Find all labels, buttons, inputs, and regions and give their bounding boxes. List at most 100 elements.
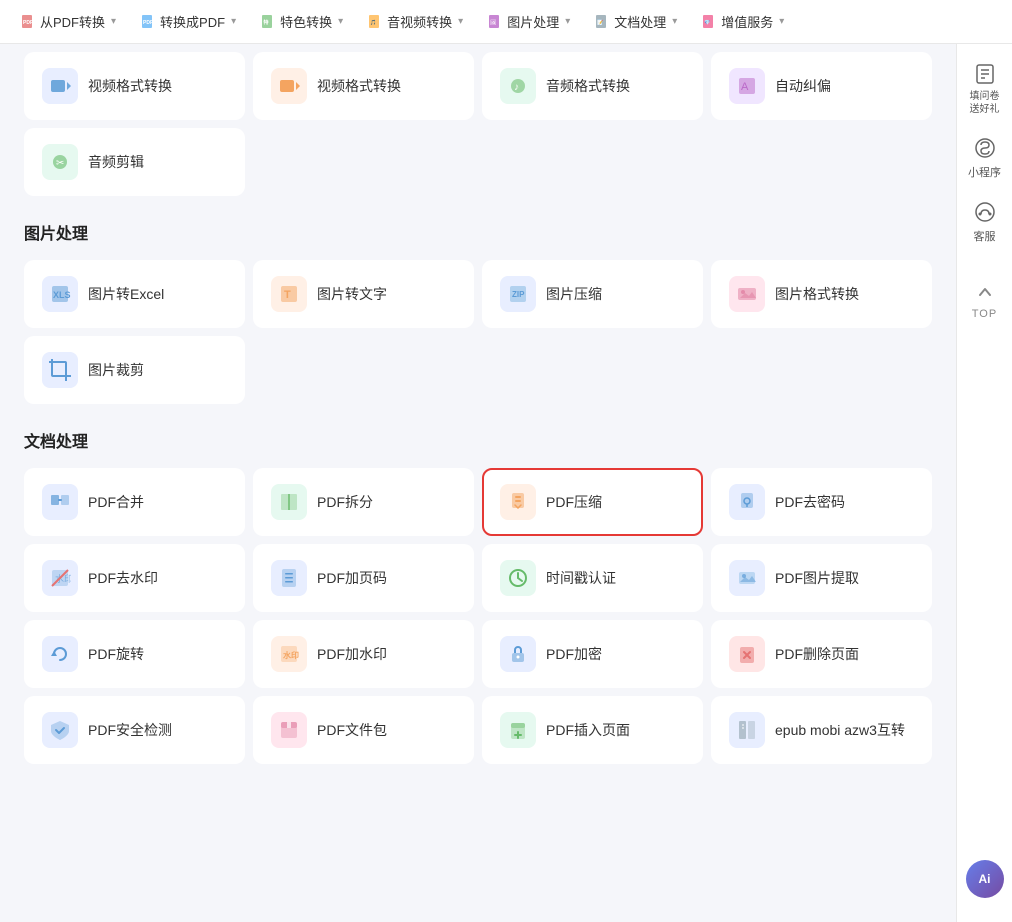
tool-audio-trim[interactable]: ✂ 音频剪辑 — [24, 128, 245, 196]
service-btn[interactable]: 客服 — [960, 190, 1010, 254]
miniapp-svg — [973, 136, 997, 160]
tool-img-format[interactable]: 图片格式转换 — [711, 260, 932, 328]
pdf-wm-remove-icon: 水印 — [42, 560, 78, 596]
pdf-delete-page-svg — [736, 643, 758, 665]
tool-img-format-name: 图片格式转换 — [775, 284, 859, 304]
epub-mobi-icon — [729, 712, 765, 748]
tool-img-text-name: 图片转文字 — [317, 284, 387, 304]
svg-text:T: T — [284, 289, 291, 301]
audio-icon: ♪ — [507, 75, 529, 97]
tool-audio-format[interactable]: ♪ 音频格式转换 — [482, 52, 703, 120]
img-compress-icon: ZIP — [500, 276, 536, 312]
tool-pdf-package[interactable]: PDF文件包 — [253, 696, 474, 764]
svg-text:特: 特 — [264, 19, 269, 26]
top-label: TOP — [972, 308, 997, 320]
tool-img-crop[interactable]: 图片裁剪 — [24, 336, 245, 404]
img-format-svg — [736, 283, 758, 305]
img-text-icon: T — [271, 276, 307, 312]
tool-img-excel[interactable]: XLS 图片转Excel — [24, 260, 245, 328]
svg-text:🎵: 🎵 — [370, 19, 376, 26]
nav-to-pdf-chevron: ▾ — [231, 16, 236, 27]
tool-pdf-rotate[interactable]: PDF旋转 — [24, 620, 245, 688]
top-arrow-svg — [976, 283, 994, 301]
top-btn[interactable]: TOP — [960, 270, 1010, 330]
nav-to-pdf[interactable]: PDF 转换成PDF ▾ — [128, 0, 248, 44]
svg-text:水印: 水印 — [282, 650, 299, 660]
pdf-package-icon — [271, 712, 307, 748]
img-compress-svg: ZIP — [507, 283, 529, 305]
nav-av-label: 音视频转换 — [387, 12, 452, 31]
tool-img-text[interactable]: T 图片转文字 — [253, 260, 474, 328]
tool-pdf-security[interactable]: PDF安全检测 — [24, 696, 245, 764]
miniapp-icon — [973, 136, 997, 160]
svg-text:♪: ♪ — [514, 82, 519, 93]
tool-pdf-wm-remove[interactable]: 水印 PDF去水印 — [24, 544, 245, 612]
top-nav: PDF 从PDF转换 ▾ PDF 转换成PDF ▾ 特 特色转换 ▾ 🎵 音视频… — [0, 0, 1012, 44]
scroll-area[interactable]: 视频格式转换 视频格式转换 ♪ — [0, 44, 956, 922]
tool-pdf-img-extract-name: PDF图片提取 — [775, 568, 859, 588]
pdf-img-extract-svg — [736, 567, 758, 589]
pdf-decrypt-svg — [736, 491, 758, 513]
tool-timestamp[interactable]: 时间戳认证 — [482, 544, 703, 612]
tool-video-format1[interactable]: 视频格式转换 — [24, 52, 245, 120]
tool-pdf-split-name: PDF拆分 — [317, 492, 373, 512]
tool-video-format2[interactable]: 视频格式转换 — [253, 52, 474, 120]
video-icon-2 — [278, 75, 300, 97]
tool-pdf-merge[interactable]: PDF合并 — [24, 468, 245, 536]
pdf-delete-page-icon — [729, 636, 765, 672]
auto-correct-svg: A — [736, 75, 758, 97]
from-pdf-icon: PDF — [20, 14, 36, 30]
nav-doc[interactable]: 📝 文档处理 ▾ — [582, 0, 689, 44]
tool-epub-mobi[interactable]: epub mobi azw3互转 — [711, 696, 932, 764]
tool-img-excel-name: 图片转Excel — [88, 284, 164, 304]
tool-pdf-wm-add-name: PDF加水印 — [317, 644, 387, 664]
survey-btn[interactable]: 填问卷 送好礼 — [960, 52, 1010, 126]
tool-pdf-rotate-name: PDF旋转 — [88, 644, 144, 664]
audio-format-icon: ♪ — [500, 68, 536, 104]
tool-auto-correct[interactable]: A 自动纠偏 — [711, 52, 932, 120]
miniapp-btn[interactable]: 小程序 — [960, 126, 1010, 190]
tool-pdf-encrypt[interactable]: PDF加密 — [482, 620, 703, 688]
img-excel-icon: XLS — [42, 276, 78, 312]
nav-vip[interactable]: 💎 增值服务 ▾ — [689, 0, 796, 44]
epub-mobi-svg — [736, 719, 758, 741]
pdf-page-num-icon — [271, 560, 307, 596]
partial-row-top: 视频格式转换 视频格式转换 ♪ — [24, 52, 932, 120]
tool-pdf-split[interactable]: PDF拆分 — [253, 468, 474, 536]
nav-to-pdf-label: 转换成PDF — [160, 12, 225, 31]
tool-pdf-wm-remove-name: PDF去水印 — [88, 568, 158, 588]
img-excel-svg: XLS — [49, 283, 71, 305]
nav-image[interactable]: 🖼 图片处理 ▾ — [475, 0, 582, 44]
nav-vip-label: 增值服务 — [721, 12, 773, 31]
tool-img-compress[interactable]: ZIP 图片压缩 — [482, 260, 703, 328]
ai-btn[interactable]: Ai — [966, 860, 1004, 898]
pdf-security-svg — [49, 719, 71, 741]
nav-special[interactable]: 特 特色转换 ▾ — [248, 0, 355, 44]
nav-from-pdf[interactable]: PDF 从PDF转换 ▾ — [8, 0, 128, 44]
audio-trim-svg: ✂ — [49, 151, 71, 173]
auto-correct-icon: A — [729, 68, 765, 104]
av-icon: 🎵 — [367, 14, 383, 30]
tool-pdf-security-name: PDF安全检测 — [88, 720, 172, 740]
service-label: 客服 — [974, 228, 996, 244]
svg-text:A: A — [741, 81, 749, 93]
tool-pdf-decrypt[interactable]: PDF去密码 — [711, 468, 932, 536]
pdf-insert-page-svg — [507, 719, 529, 741]
nav-av[interactable]: 🎵 音视频转换 ▾ — [355, 0, 475, 44]
service-svg — [973, 200, 997, 224]
doc-section-header: 文档处理 — [24, 428, 932, 452]
svg-text:ZIP: ZIP — [512, 290, 525, 299]
tool-pdf-page-num[interactable]: PDF加页码 — [253, 544, 474, 612]
service-icon — [973, 200, 997, 224]
pdf-rotate-icon — [42, 636, 78, 672]
vip-icon: 💎 — [701, 14, 717, 30]
tool-pdf-wm-add[interactable]: 水印 PDF加水印 — [253, 620, 474, 688]
tool-audio-format-name: 音频格式转换 — [546, 76, 630, 96]
tool-pdf-compress[interactable]: PDF压缩 — [482, 468, 703, 536]
tool-pdf-delete-page[interactable]: PDF删除页面 — [711, 620, 932, 688]
tool-pdf-img-extract[interactable]: PDF图片提取 — [711, 544, 932, 612]
top-arrow-icon — [973, 280, 997, 304]
pdf-merge-icon — [42, 484, 78, 520]
pdf-package-svg — [278, 719, 300, 741]
tool-pdf-insert-page[interactable]: PDF插入页面 — [482, 696, 703, 764]
